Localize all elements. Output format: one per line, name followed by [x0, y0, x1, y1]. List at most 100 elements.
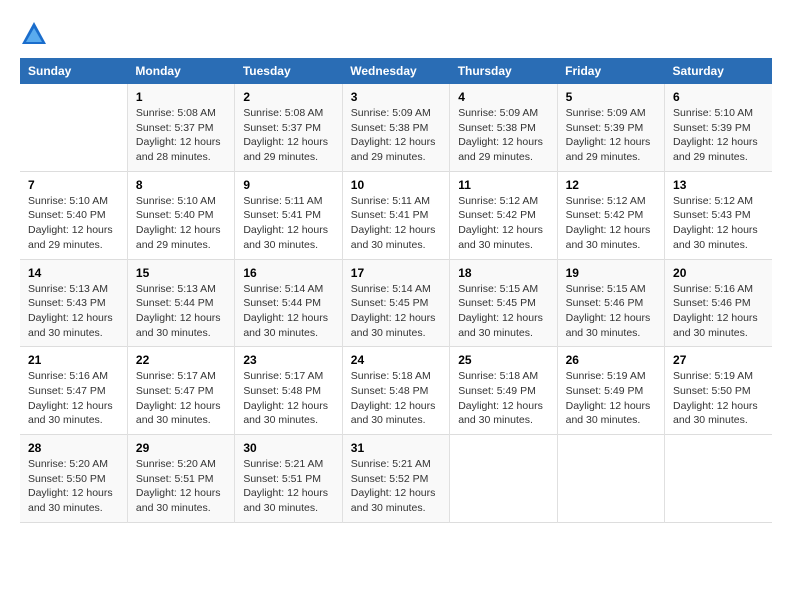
- day-number: 4: [458, 90, 548, 104]
- day-info: Sunrise: 5:13 AM Sunset: 5:44 PM Dayligh…: [136, 282, 226, 341]
- day-info: Sunrise: 5:18 AM Sunset: 5:49 PM Dayligh…: [458, 369, 548, 428]
- day-number: 12: [566, 178, 656, 192]
- calendar-cell: 1 Sunrise: 5:08 AM Sunset: 5:37 PM Daylig…: [127, 84, 234, 171]
- day-number: 7: [28, 178, 119, 192]
- day-number: 22: [136, 353, 226, 367]
- day-info: Sunrise: 5:09 AM Sunset: 5:39 PM Dayligh…: [566, 106, 656, 165]
- day-info: Sunrise: 5:08 AM Sunset: 5:37 PM Dayligh…: [136, 106, 226, 165]
- calendar-cell: 31 Sunrise: 5:21 AM Sunset: 5:52 PM Dayli…: [342, 435, 449, 523]
- calendar-cell: 19 Sunrise: 5:15 AM Sunset: 5:46 PM Dayli…: [557, 259, 664, 347]
- calendar-cell: 28 Sunrise: 5:20 AM Sunset: 5:50 PM Dayli…: [20, 435, 127, 523]
- calendar-header: SundayMondayTuesdayWednesdayThursdayFrid…: [20, 58, 772, 84]
- week-row-5: 28 Sunrise: 5:20 AM Sunset: 5:50 PM Dayli…: [20, 435, 772, 523]
- calendar-cell: 7 Sunrise: 5:10 AM Sunset: 5:40 PM Daylig…: [20, 171, 127, 259]
- calendar-cell: 8Sunrise: 5:10 AM Sunset: 5:40 PM Daylig…: [127, 171, 234, 259]
- logo: [20, 20, 52, 48]
- calendar-cell: 24 Sunrise: 5:18 AM Sunset: 5:48 PM Dayli…: [342, 347, 449, 435]
- day-info: Sunrise: 5:13 AM Sunset: 5:43 PM Dayligh…: [28, 282, 119, 341]
- calendar-cell: 10 Sunrise: 5:11 AM Sunset: 5:41 PM Dayli…: [342, 171, 449, 259]
- calendar-cell: 20 Sunrise: 5:16 AM Sunset: 5:46 PM Dayli…: [665, 259, 772, 347]
- day-info: Sunrise: 5:10 AM Sunset: 5:40 PM Dayligh…: [28, 194, 119, 253]
- header-day-thursday: Thursday: [450, 58, 557, 84]
- day-number: 27: [673, 353, 764, 367]
- day-number: 2: [243, 90, 333, 104]
- day-info: Sunrise: 5:09 AM Sunset: 5:38 PM Dayligh…: [351, 106, 441, 165]
- day-number: 26: [566, 353, 656, 367]
- day-number: 3: [351, 90, 441, 104]
- day-info: Sunrise: 5:16 AM Sunset: 5:46 PM Dayligh…: [673, 282, 764, 341]
- day-number: 14: [28, 266, 119, 280]
- header-day-sunday: Sunday: [20, 58, 127, 84]
- day-number: 16: [243, 266, 333, 280]
- header-day-monday: Monday: [127, 58, 234, 84]
- day-info: Sunrise: 5:20 AM Sunset: 5:50 PM Dayligh…: [28, 457, 119, 516]
- calendar-cell: [557, 435, 664, 523]
- calendar-table: SundayMondayTuesdayWednesdayThursdayFrid…: [20, 58, 772, 523]
- day-info: Sunrise: 5:19 AM Sunset: 5:49 PM Dayligh…: [566, 369, 656, 428]
- day-number: 20: [673, 266, 764, 280]
- day-info: Sunrise: 5:11 AM Sunset: 5:41 PM Dayligh…: [351, 194, 441, 253]
- day-number: 1: [136, 90, 226, 104]
- day-number: 21: [28, 353, 119, 367]
- header-day-saturday: Saturday: [665, 58, 772, 84]
- day-number: 15: [136, 266, 226, 280]
- day-number: 29: [136, 441, 226, 455]
- day-number: 19: [566, 266, 656, 280]
- day-number: 18: [458, 266, 548, 280]
- day-info: Sunrise: 5:15 AM Sunset: 5:45 PM Dayligh…: [458, 282, 548, 341]
- day-number: 6: [673, 90, 764, 104]
- calendar-cell: 27Sunrise: 5:19 AM Sunset: 5:50 PM Dayli…: [665, 347, 772, 435]
- day-number: 5: [566, 90, 656, 104]
- day-info: Sunrise: 5:12 AM Sunset: 5:42 PM Dayligh…: [458, 194, 548, 253]
- day-info: Sunrise: 5:16 AM Sunset: 5:47 PM Dayligh…: [28, 369, 119, 428]
- calendar-cell: 3 Sunrise: 5:09 AM Sunset: 5:38 PM Daylig…: [342, 84, 449, 171]
- week-row-1: 1 Sunrise: 5:08 AM Sunset: 5:37 PM Daylig…: [20, 84, 772, 171]
- day-info: Sunrise: 5:14 AM Sunset: 5:44 PM Dayligh…: [243, 282, 333, 341]
- day-info: Sunrise: 5:12 AM Sunset: 5:42 PM Dayligh…: [566, 194, 656, 253]
- day-number: 13: [673, 178, 764, 192]
- day-number: 9: [243, 178, 333, 192]
- page-header: [20, 20, 772, 48]
- day-info: Sunrise: 5:21 AM Sunset: 5:51 PM Dayligh…: [243, 457, 333, 516]
- calendar-cell: 11Sunrise: 5:12 AM Sunset: 5:42 PM Dayli…: [450, 171, 557, 259]
- day-info: Sunrise: 5:09 AM Sunset: 5:38 PM Dayligh…: [458, 106, 548, 165]
- calendar-cell: 29 Sunrise: 5:20 AM Sunset: 5:51 PM Dayli…: [127, 435, 234, 523]
- week-row-3: 14 Sunrise: 5:13 AM Sunset: 5:43 PM Dayli…: [20, 259, 772, 347]
- calendar-cell: 12 Sunrise: 5:12 AM Sunset: 5:42 PM Dayli…: [557, 171, 664, 259]
- day-info: Sunrise: 5:14 AM Sunset: 5:45 PM Dayligh…: [351, 282, 441, 341]
- day-info: Sunrise: 5:12 AM Sunset: 5:43 PM Dayligh…: [673, 194, 764, 253]
- calendar-cell: 13 Sunrise: 5:12 AM Sunset: 5:43 PM Dayli…: [665, 171, 772, 259]
- calendar-cell: 16 Sunrise: 5:14 AM Sunset: 5:44 PM Dayli…: [235, 259, 342, 347]
- header-day-friday: Friday: [557, 58, 664, 84]
- day-number: 17: [351, 266, 441, 280]
- day-info: Sunrise: 5:15 AM Sunset: 5:46 PM Dayligh…: [566, 282, 656, 341]
- day-number: 28: [28, 441, 119, 455]
- header-day-wednesday: Wednesday: [342, 58, 449, 84]
- logo-icon: [20, 20, 48, 48]
- day-info: Sunrise: 5:10 AM Sunset: 5:39 PM Dayligh…: [673, 106, 764, 165]
- calendar-body: 1 Sunrise: 5:08 AM Sunset: 5:37 PM Daylig…: [20, 84, 772, 522]
- day-info: Sunrise: 5:18 AM Sunset: 5:48 PM Dayligh…: [351, 369, 441, 428]
- day-number: 8: [136, 178, 226, 192]
- day-number: 31: [351, 441, 441, 455]
- day-number: 10: [351, 178, 441, 192]
- calendar-cell: [665, 435, 772, 523]
- day-info: Sunrise: 5:20 AM Sunset: 5:51 PM Dayligh…: [136, 457, 226, 516]
- day-number: 23: [243, 353, 333, 367]
- calendar-cell: [20, 84, 127, 171]
- week-row-4: 21 Sunrise: 5:16 AM Sunset: 5:47 PM Dayli…: [20, 347, 772, 435]
- calendar-cell: 30Sunrise: 5:21 AM Sunset: 5:51 PM Dayli…: [235, 435, 342, 523]
- day-info: Sunrise: 5:17 AM Sunset: 5:47 PM Dayligh…: [136, 369, 226, 428]
- calendar-cell: 9Sunrise: 5:11 AM Sunset: 5:41 PM Daylig…: [235, 171, 342, 259]
- day-number: 25: [458, 353, 548, 367]
- calendar-cell: 23Sunrise: 5:17 AM Sunset: 5:48 PM Dayli…: [235, 347, 342, 435]
- calendar-cell: 17 Sunrise: 5:14 AM Sunset: 5:45 PM Dayli…: [342, 259, 449, 347]
- calendar-cell: 6 Sunrise: 5:10 AM Sunset: 5:39 PM Daylig…: [665, 84, 772, 171]
- calendar-cell: 4 Sunrise: 5:09 AM Sunset: 5:38 PM Daylig…: [450, 84, 557, 171]
- calendar-cell: 26 Sunrise: 5:19 AM Sunset: 5:49 PM Dayli…: [557, 347, 664, 435]
- calendar-cell: 18 Sunrise: 5:15 AM Sunset: 5:45 PM Dayli…: [450, 259, 557, 347]
- calendar-cell: 21 Sunrise: 5:16 AM Sunset: 5:47 PM Dayli…: [20, 347, 127, 435]
- header-row: SundayMondayTuesdayWednesdayThursdayFrid…: [20, 58, 772, 84]
- day-info: Sunrise: 5:21 AM Sunset: 5:52 PM Dayligh…: [351, 457, 441, 516]
- day-number: 24: [351, 353, 441, 367]
